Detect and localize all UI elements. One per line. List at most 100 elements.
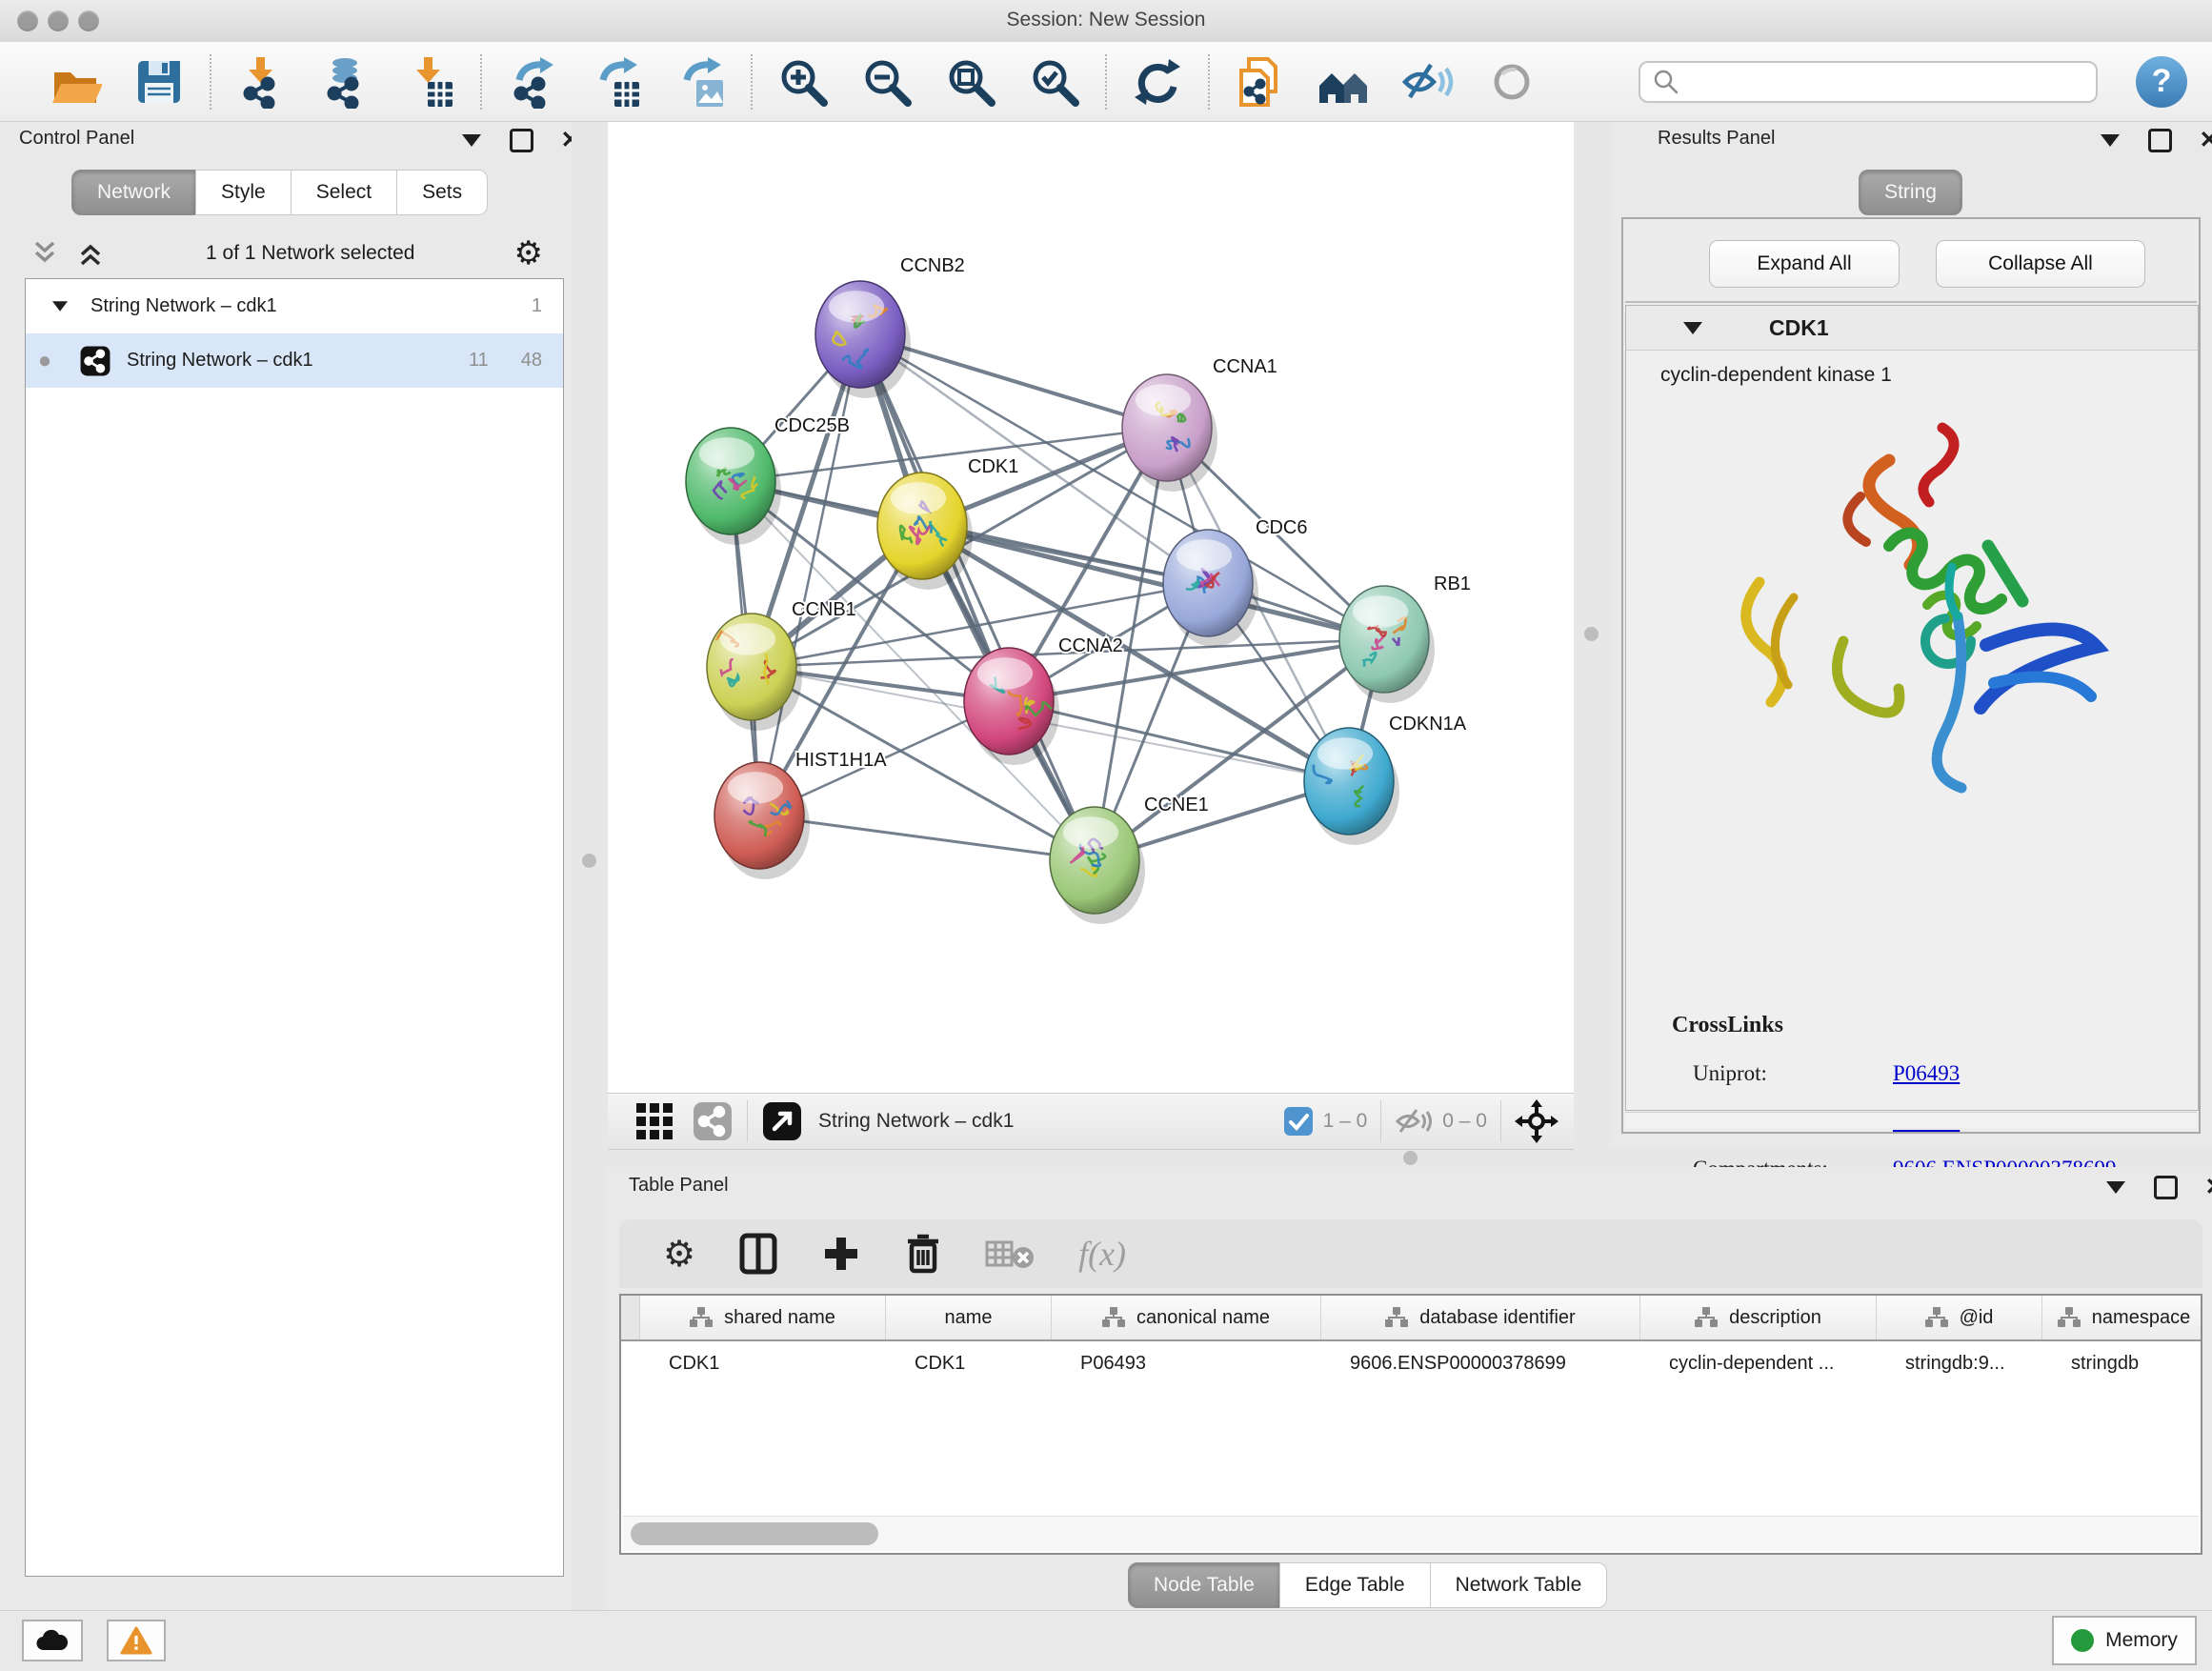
column-header-shared-name[interactable]: shared name xyxy=(640,1296,886,1339)
column-header-description[interactable]: description xyxy=(1640,1296,1877,1339)
network-node-CDKN1A[interactable] xyxy=(1304,728,1399,845)
collapse-section-icon[interactable] xyxy=(1683,322,1702,334)
network-tree-row[interactable]: ● String Network – cdk1 11 48 xyxy=(26,333,563,388)
cell--id[interactable]: stringdb:9... xyxy=(1877,1353,2042,1375)
open-session-icon[interactable] xyxy=(48,54,103,110)
import-table-icon[interactable] xyxy=(402,54,457,110)
cloud-status-button[interactable] xyxy=(22,1620,83,1661)
function-builder-icon: f(x) xyxy=(1078,1234,1126,1274)
close-panel-icon[interactable]: ✕ xyxy=(2202,1175,2212,1199)
export-image-icon[interactable] xyxy=(673,54,728,110)
network-node-HIST1H1A[interactable] xyxy=(714,762,810,879)
left-splitter[interactable] xyxy=(572,122,608,1610)
crosslink-value-link[interactable]: P06493 xyxy=(1893,1061,1960,1086)
column-header-canonical-name[interactable]: canonical name xyxy=(1052,1296,1321,1339)
network-options-gear-icon[interactable]: ⚙ xyxy=(514,234,543,272)
table-horizontal-scrollbar[interactable] xyxy=(623,1516,2199,1551)
splitter-handle[interactable] xyxy=(582,854,596,868)
splitter-handle[interactable] xyxy=(1584,627,1599,641)
splitter-handle[interactable] xyxy=(1403,1151,1418,1165)
create-column-plus-icon[interactable] xyxy=(821,1234,861,1274)
collapse-tree-icon[interactable] xyxy=(52,301,68,311)
network-node-CCNB1[interactable] xyxy=(707,614,802,731)
tab-string[interactable]: String xyxy=(1859,170,1962,215)
first-neighbors-icon[interactable] xyxy=(1317,54,1372,110)
node-result-header[interactable]: CDK1 xyxy=(1626,306,2198,351)
collapse-all-button[interactable]: Collapse All xyxy=(1936,240,2145,288)
column-header-namespace[interactable]: namespace xyxy=(2042,1296,2202,1339)
float-panel-icon[interactable] xyxy=(2103,1175,2128,1199)
network-node-CCNA1[interactable] xyxy=(1122,374,1217,492)
network-node-RB1[interactable] xyxy=(1339,586,1435,703)
clone-network-icon[interactable] xyxy=(1233,54,1288,110)
show-columns-icon[interactable] xyxy=(739,1233,777,1275)
table-settings-gear-icon[interactable]: ⚙ xyxy=(663,1233,695,1275)
right-splitter[interactable] xyxy=(1574,122,1610,1148)
results-scrollbar[interactable] xyxy=(1625,1112,2197,1128)
expand-all-icon[interactable] xyxy=(74,239,107,268)
export-table-icon[interactable] xyxy=(589,54,644,110)
help-button[interactable]: ? xyxy=(2136,56,2187,108)
zoom-in-icon[interactable] xyxy=(775,54,831,110)
tab-network[interactable]: Network xyxy=(71,170,196,215)
network-edge[interactable] xyxy=(759,334,860,815)
maximize-panel-icon[interactable] xyxy=(2147,128,2172,152)
control-panel-tabs: NetworkStyleSelectSets xyxy=(72,170,488,215)
float-panel-icon[interactable] xyxy=(2098,128,2122,152)
cell-description[interactable]: cyclin-dependent ... xyxy=(1640,1353,1877,1375)
delete-column-trash-icon[interactable] xyxy=(905,1233,941,1275)
network-node-CCNE1[interactable] xyxy=(1050,807,1145,924)
memory-button[interactable]: Memory xyxy=(2052,1616,2197,1665)
network-node-CCNA2[interactable] xyxy=(964,648,1059,765)
crosslink-row: Uniprot: P06493 xyxy=(1672,1061,2117,1086)
maximize-panel-icon[interactable] xyxy=(509,128,533,152)
import-network-database-icon[interactable] xyxy=(318,54,373,110)
scrollbar-thumb[interactable] xyxy=(631,1522,878,1545)
show-all-icon[interactable] xyxy=(1484,54,1539,110)
network-edge[interactable] xyxy=(1009,701,1349,781)
cell-database-identifier[interactable]: 9606.ENSP00000378699 xyxy=(1321,1353,1640,1375)
maximize-panel-icon[interactable] xyxy=(2153,1175,2178,1199)
cell-shared-name[interactable]: CDK1 xyxy=(640,1353,886,1375)
zoom-selected-icon[interactable] xyxy=(1027,54,1082,110)
network-node-CDC25B[interactable] xyxy=(686,428,781,545)
network-node-CDC6[interactable] xyxy=(1163,530,1258,647)
cell-canonical-name[interactable]: P06493 xyxy=(1052,1353,1321,1375)
network-share-icon[interactable] xyxy=(692,1100,734,1142)
selected-checkbox-icon[interactable] xyxy=(1283,1106,1314,1137)
network-tree-row[interactable]: String Network – cdk1 1 xyxy=(26,279,563,333)
tab-select[interactable]: Select xyxy=(291,170,397,215)
collapse-all-icon[interactable] xyxy=(29,239,61,268)
cell-name[interactable]: CDK1 xyxy=(886,1353,1052,1375)
import-network-file-icon[interactable] xyxy=(234,54,290,110)
zoom-out-icon[interactable] xyxy=(859,54,915,110)
tab-style[interactable]: Style xyxy=(195,170,292,215)
refresh-icon[interactable] xyxy=(1130,54,1185,110)
tab-node-table[interactable]: Node Table xyxy=(1128,1562,1280,1608)
column-header-database-identifier[interactable]: database identifier xyxy=(1321,1296,1640,1339)
network-edge[interactable] xyxy=(860,334,1095,860)
column-header-name[interactable]: name xyxy=(886,1296,1052,1339)
export-network-icon[interactable] xyxy=(505,54,560,110)
zoom-fit-icon[interactable] xyxy=(943,54,998,110)
warning-status-button[interactable] xyxy=(107,1620,166,1661)
cell-namespace[interactable]: stringdb xyxy=(2042,1353,2202,1375)
tab-edge-table[interactable]: Edge Table xyxy=(1279,1562,1431,1608)
network-node-CCNB2[interactable] xyxy=(815,281,911,398)
open-in-window-icon[interactable] xyxy=(761,1100,803,1142)
expand-all-button[interactable]: Expand All xyxy=(1709,240,1900,288)
network-canvas[interactable]: CCNB2CCNA1CDC25BCDK1CDC6RB1CCNB1CCNA2CDK… xyxy=(608,122,1574,1093)
search-input[interactable] xyxy=(1639,61,2098,103)
birds-eye-grid-icon[interactable] xyxy=(634,1101,674,1141)
pan-crosshair-icon[interactable] xyxy=(1515,1099,1558,1143)
network-node-CDK1[interactable] xyxy=(877,473,973,590)
table-row[interactable]: CDK1CDK1P064939606.ENSP00000378699cyclin… xyxy=(621,1341,2201,1385)
tab-sets[interactable]: Sets xyxy=(396,170,488,215)
hide-selected-icon[interactable] xyxy=(1400,54,1456,110)
save-session-icon[interactable] xyxy=(131,54,187,110)
cloud-icon xyxy=(35,1629,70,1652)
column-header--id[interactable]: @id xyxy=(1877,1296,2042,1339)
tab-network-table[interactable]: Network Table xyxy=(1430,1562,1608,1608)
close-panel-icon[interactable]: ✕ xyxy=(2197,128,2212,152)
float-panel-icon[interactable] xyxy=(459,128,484,152)
